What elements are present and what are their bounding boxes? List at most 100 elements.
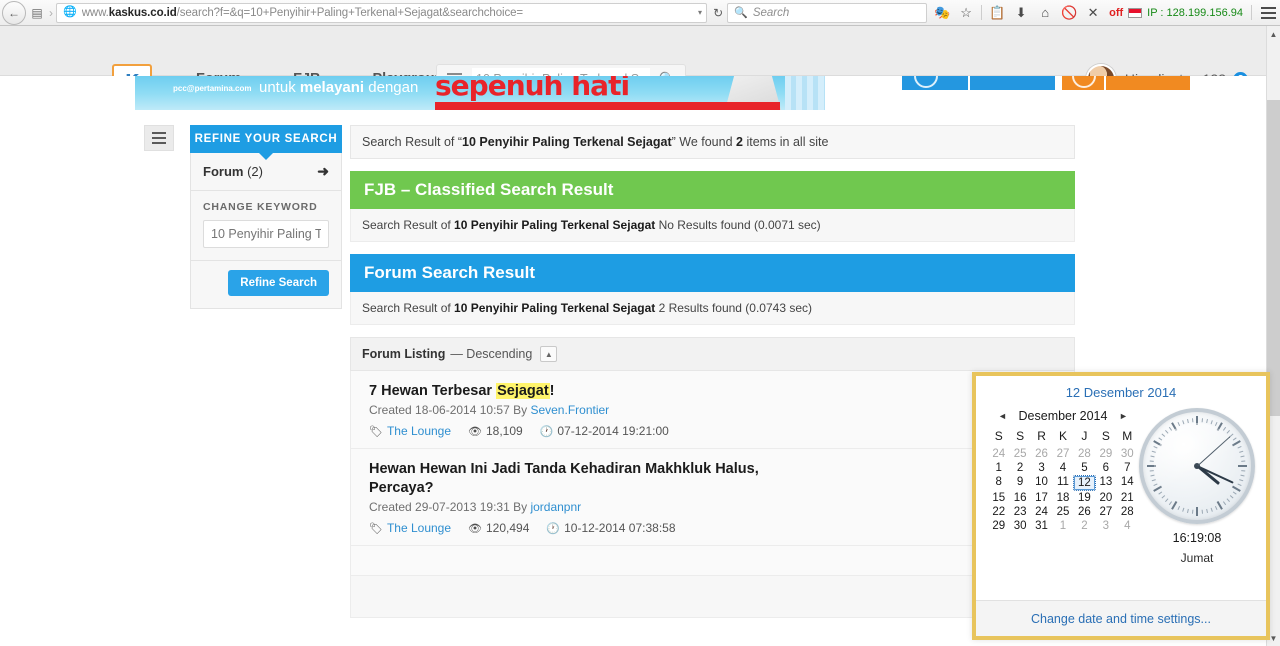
calendar-day[interactable]: 20 — [1095, 492, 1116, 504]
chevron-down-icon[interactable]: ▾ — [698, 8, 702, 17]
calendar-day[interactable]: 31 — [1031, 520, 1052, 532]
sort-toggle-button[interactable]: ▲ — [540, 346, 558, 362]
header-button-orange-right[interactable] — [1106, 76, 1190, 90]
calendar-day[interactable]: 11 — [1052, 476, 1073, 490]
clock-minute-tick — [1186, 418, 1189, 424]
close-x-icon[interactable]: ✕ — [1082, 2, 1104, 24]
clock-second-hand — [1196, 436, 1231, 467]
sidebar-toggle-button[interactable] — [144, 125, 174, 151]
calendar-day[interactable]: 28 — [1117, 506, 1138, 518]
calendar-day[interactable]: 3 — [1031, 462, 1052, 474]
calendar-grid[interactable]: S S R K J S M 24 25 26 27 28 29 30 1 2 3 4 5 6 7 8 9 10 11 12 13 14… — [988, 429, 1138, 532]
change-keyword-input[interactable] — [203, 220, 329, 248]
back-button[interactable]: ← — [2, 0, 26, 25]
face-icon[interactable]: 🎭 — [931, 2, 953, 24]
clock-minute-tick — [1177, 505, 1180, 511]
address-bar[interactable]: 🌐 www.kaskus.co.id/search?f=&q=10+Penyih… — [56, 2, 708, 23]
result-stats: 🏷 The Lounge 👁 120,494 🕐 10-12-2014 07:3… — [369, 521, 1063, 535]
calendar-day[interactable]: 1 — [1052, 520, 1073, 532]
calendar-day[interactable]: 1 — [988, 462, 1009, 474]
top-ad-banner[interactable]: pcc@pertamina.com untuk melayani dengan … — [135, 76, 825, 110]
next-month-icon[interactable]: ► — [1117, 411, 1129, 421]
calendar-day[interactable]: 24 — [1031, 506, 1052, 518]
result-item[interactable]: Hewan Hewan Ini Jadi Tanda Kehadiran Mak… — [350, 449, 1075, 547]
result-title[interactable]: 7 Hewan Terbesar Sejagat! — [369, 382, 1063, 401]
site-header: K Forum FJB Playground 🔍 Hi, adiyatma123… — [0, 26, 1280, 98]
calendar-day[interactable]: 13 — [1095, 476, 1116, 490]
result-item[interactable]: 7 Hewan Terbesar Sejagat! Created 18-06-… — [350, 371, 1075, 450]
calendar-day[interactable]: 16 — [1009, 492, 1030, 504]
calendar-day-selected[interactable]: 12 — [1072, 475, 1097, 491]
forum-section-header: Forum Search Result — [350, 254, 1075, 292]
calendar-day[interactable]: 26 — [1074, 506, 1095, 518]
calendar-day[interactable]: 6 — [1095, 462, 1116, 474]
calendar-day[interactable]: 4 — [1052, 462, 1073, 474]
history-icon[interactable]: ▤ — [26, 2, 48, 24]
calendar-day[interactable]: 9 — [1009, 476, 1030, 490]
calendar-day[interactable]: 30 — [1009, 520, 1030, 532]
browser-search-box[interactable]: 🔍 Search — [727, 2, 928, 23]
calendar-day[interactable]: 24 — [988, 448, 1009, 460]
calendar-day[interactable]: 18 — [1052, 492, 1073, 504]
result-author-link[interactable]: Seven.Frontier — [530, 403, 609, 417]
clock-hour-tick — [1196, 507, 1198, 516]
header-button-blue-right[interactable] — [970, 76, 1055, 90]
clock-minute-tick — [1239, 455, 1245, 458]
clipboard-icon[interactable]: 📋 — [986, 2, 1008, 24]
calendar-day[interactable]: 26 — [1031, 448, 1052, 460]
result-author-link[interactable]: jordanpnr — [530, 500, 581, 514]
calendar-day[interactable]: 17 — [1031, 492, 1052, 504]
calendar-day[interactable]: 2 — [1009, 462, 1030, 474]
block-icon[interactable]: 🚫 — [1058, 2, 1080, 24]
star-icon[interactable]: ☆ — [955, 2, 977, 24]
scrollbar-thumb[interactable] — [1267, 100, 1280, 416]
home-icon[interactable]: ⌂ — [1034, 2, 1056, 24]
clock-minute-tick — [1201, 418, 1203, 423]
clock-minute-tick — [1152, 446, 1158, 449]
calendar-day[interactable]: 22 — [988, 506, 1009, 518]
prev-month-icon[interactable]: ◄ — [997, 411, 1009, 421]
calendar-day[interactable]: 25 — [1052, 506, 1073, 518]
calendar-day[interactable]: 14 — [1117, 476, 1138, 490]
calendar-day[interactable]: 27 — [1095, 506, 1116, 518]
calendar-day[interactable]: 29 — [988, 520, 1009, 532]
calendar-day[interactable]: 3 — [1095, 520, 1116, 532]
calendar-month-year[interactable]: Desember 2014 — [1019, 409, 1108, 423]
calendar-day[interactable]: 28 — [1074, 448, 1095, 460]
refine-search-button[interactable]: Refine Search — [228, 270, 329, 296]
reload-button[interactable]: ↻ — [709, 6, 727, 20]
clock-minute-tick — [1157, 491, 1162, 495]
vpn-off-label[interactable]: off — [1109, 7, 1123, 19]
result-title[interactable]: Hewan Hewan Ini Jadi Tanda Kehadiran Mak… — [369, 460, 799, 498]
result-stats: 🏷 The Lounge 👁 18,109 🕐 07-12-2014 19:21… — [369, 424, 1063, 438]
scroll-up-button[interactable]: ▲ — [1267, 26, 1280, 42]
change-date-time-settings-link[interactable]: Change date and time settings... — [1031, 612, 1211, 626]
result-forum-link[interactable]: The Lounge — [387, 424, 451, 438]
clock-minute-tick — [1214, 421, 1217, 427]
calendar-day[interactable]: 7 — [1117, 462, 1138, 474]
browser-menu-button[interactable] — [1256, 2, 1280, 24]
calendar-day[interactable]: 2 — [1074, 520, 1095, 532]
calendar-day[interactable]: 21 — [1117, 492, 1138, 504]
calendar-day[interactable]: 30 — [1117, 448, 1138, 460]
calendar-day[interactable]: 19 — [1074, 492, 1095, 504]
calendar-day[interactable]: 25 — [1009, 448, 1030, 460]
result-forum-link[interactable]: The Lounge — [387, 521, 451, 535]
download-icon[interactable]: ⬇ — [1010, 2, 1032, 24]
calendar-day[interactable]: 27 — [1052, 448, 1073, 460]
clock-minute-tick — [1210, 507, 1213, 512]
clock-icon: 🕐 — [546, 522, 561, 535]
calendar-day[interactable]: 8 — [988, 476, 1009, 490]
clock-minute-tick — [1149, 455, 1155, 458]
ad-red-underline — [435, 102, 780, 110]
tag-icon: 🏷 — [369, 425, 383, 438]
clock-minute-tick — [1232, 491, 1237, 495]
clock-minute-tick — [1210, 420, 1213, 425]
calendar-day[interactable]: 23 — [1009, 506, 1030, 518]
calendar-day[interactable]: 4 — [1117, 520, 1138, 532]
calendar-day[interactable]: 5 — [1074, 462, 1095, 474]
calendar-day[interactable]: 15 — [988, 492, 1009, 504]
result-summary-bar: Search Result of “10 Penyihir Paling Ter… — [350, 125, 1075, 159]
calendar-day[interactable]: 10 — [1031, 476, 1052, 490]
calendar-day[interactable]: 29 — [1095, 448, 1116, 460]
